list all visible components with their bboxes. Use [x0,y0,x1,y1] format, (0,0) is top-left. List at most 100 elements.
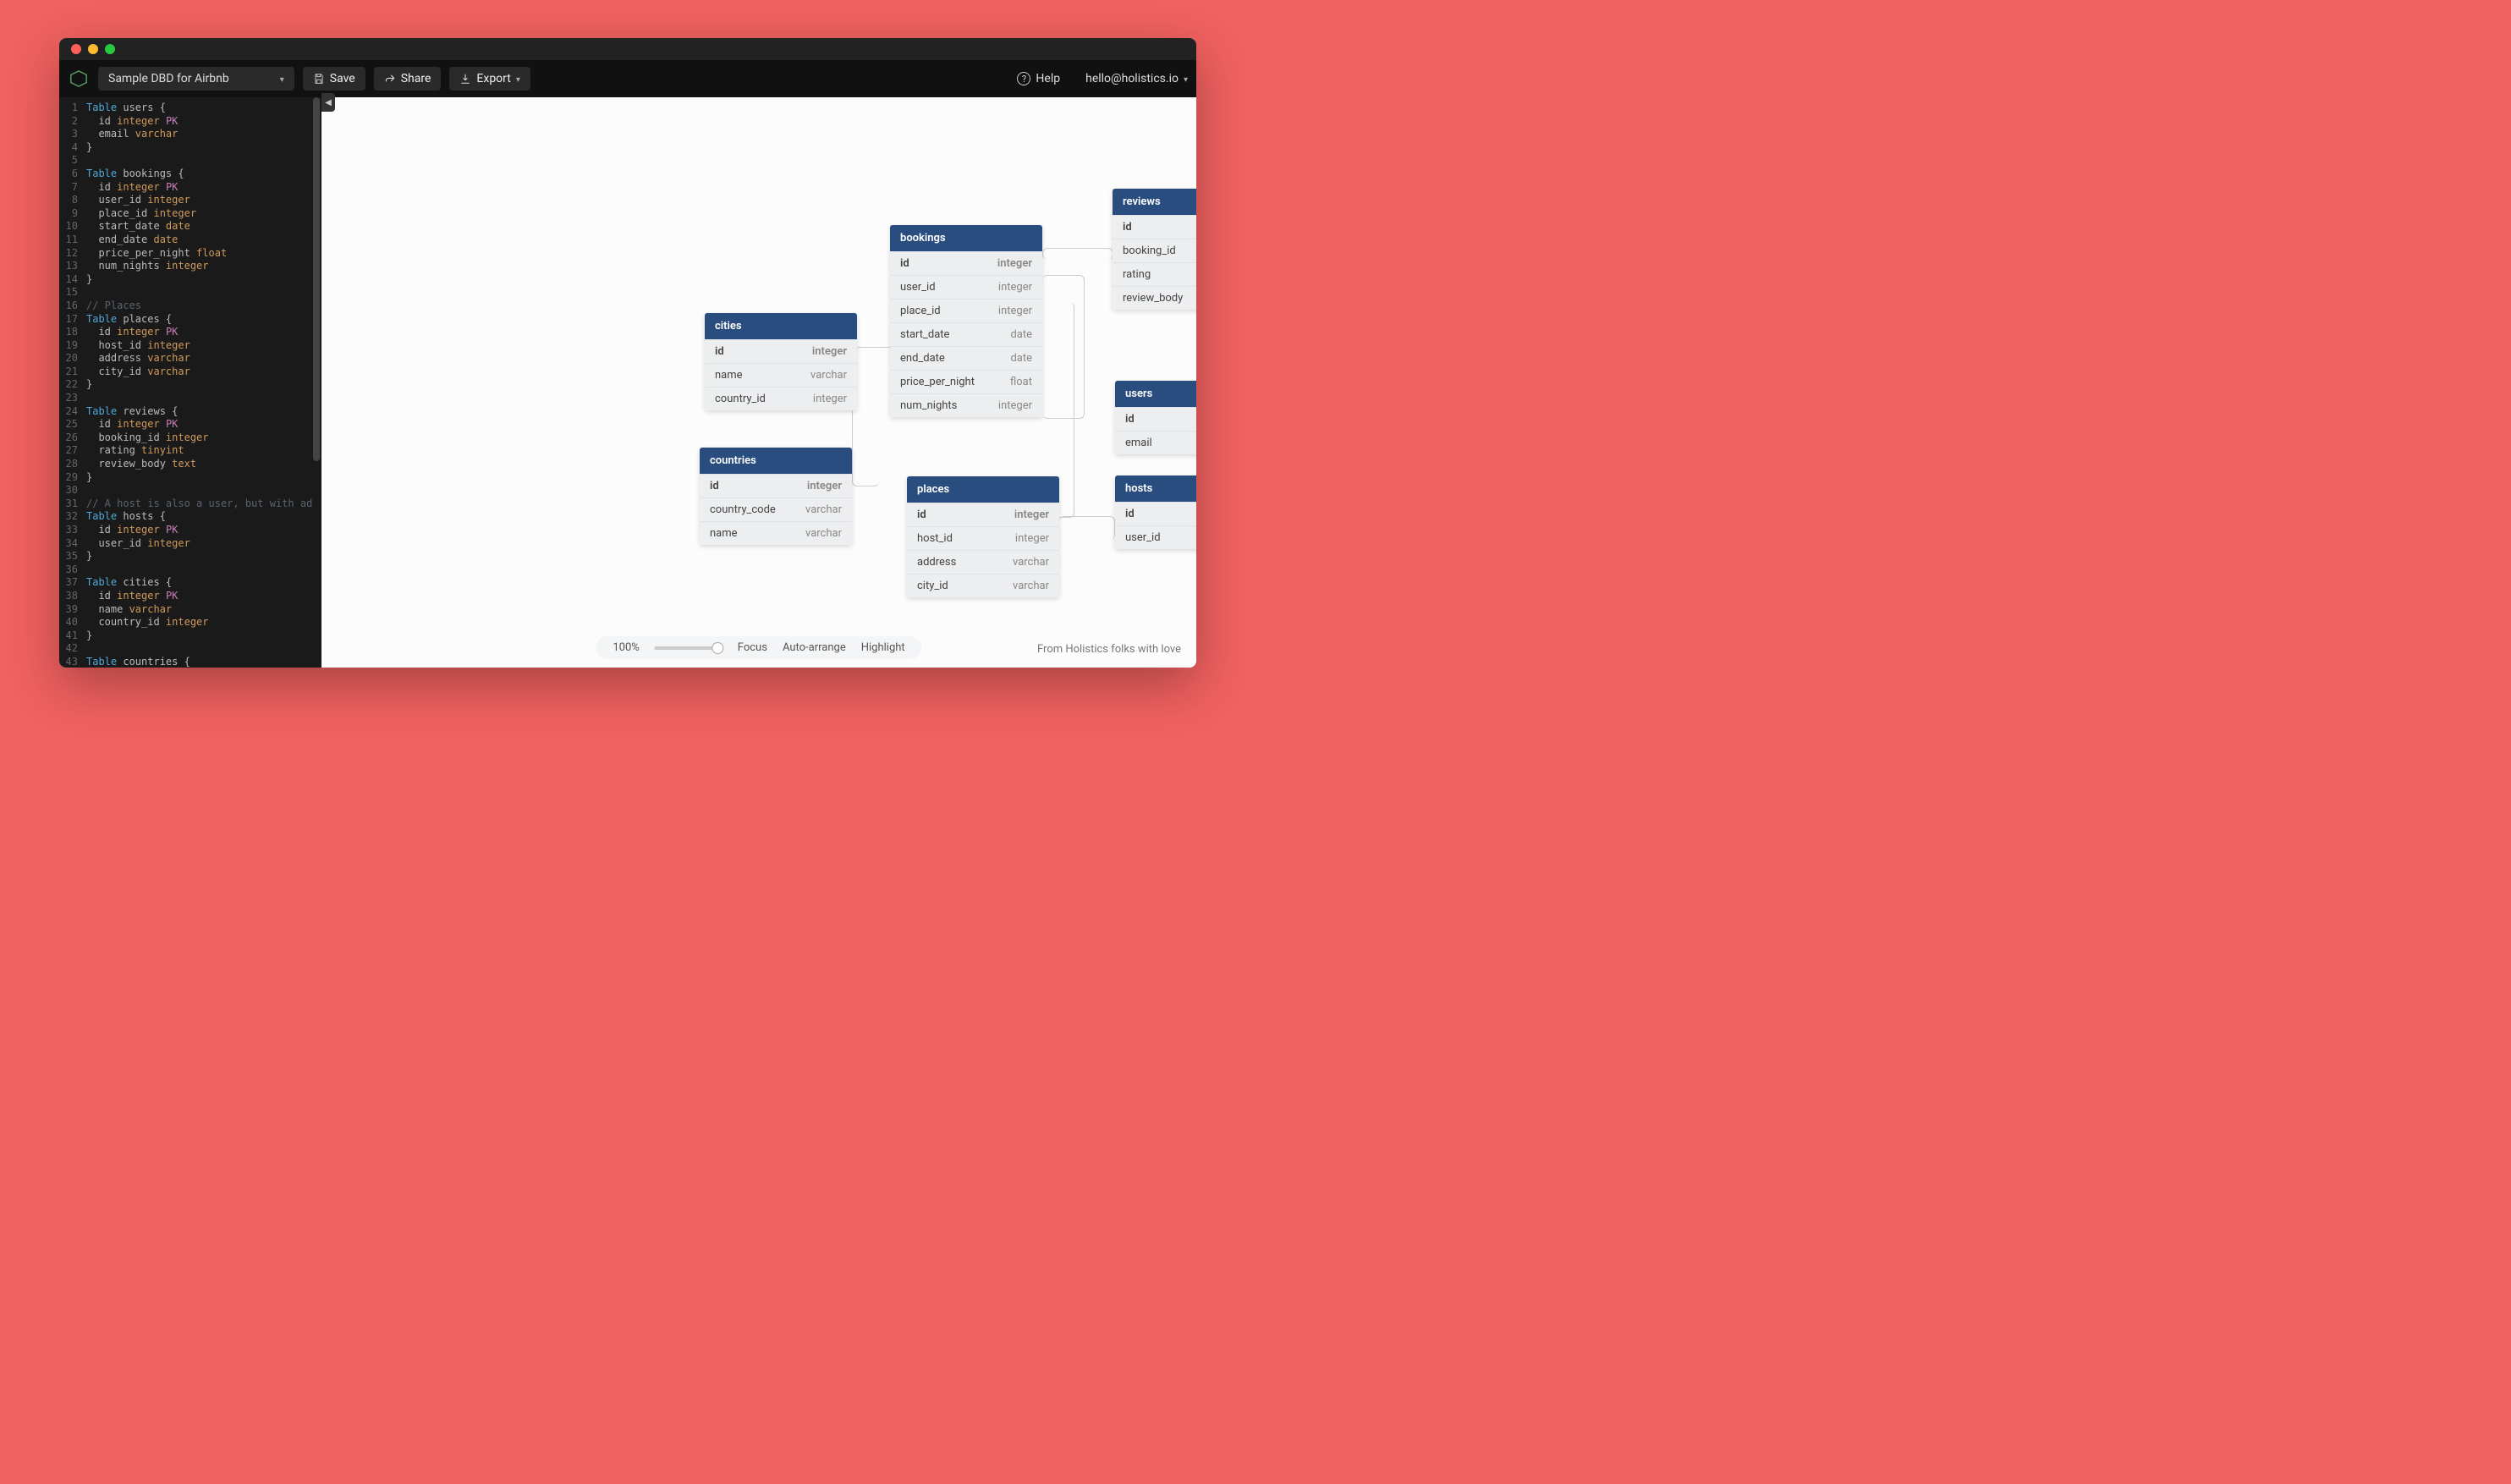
auto-arrange-button[interactable]: Auto-arrange [783,641,846,654]
table-header[interactable]: places [907,476,1059,503]
code-line[interactable]: 11 end_date date [59,234,321,247]
code-line[interactable]: 22} [59,378,321,392]
code-line[interactable]: 39 name varchar [59,603,321,617]
code-line[interactable]: 31// A host is also a user, but with ad [59,497,321,511]
code-line[interactable]: 26 booking_id integer [59,431,321,445]
help-link[interactable]: ? Help [1017,72,1060,85]
code-line[interactable]: 37Table cities { [59,576,321,590]
code-line[interactable]: 4} [59,141,321,155]
code-line[interactable]: 21 city_id varchar [59,366,321,379]
table-column[interactable]: place_idinteger [890,299,1042,322]
table-bookings[interactable]: bookingsidintegeruser_idintegerplace_idi… [890,225,1042,417]
table-cities[interactable]: citiesidintegernamevarcharcountry_idinte… [705,313,857,410]
table-countries[interactable]: countriesidintegercountry_codevarcharnam… [700,448,852,545]
table-column[interactable]: host_idinteger [907,526,1059,550]
table-column[interactable]: end_datedate [890,346,1042,370]
table-column[interactable]: country_idinteger [705,387,857,410]
table-column[interactable]: idinteger [1113,215,1196,239]
table-header[interactable]: hosts [1115,475,1196,502]
code-line[interactable]: 38 id integer PK [59,590,321,603]
table-column[interactable]: idinteger [907,503,1059,526]
code-line[interactable]: 15 [59,286,321,300]
code-line[interactable]: 13 num_nights integer [59,260,321,273]
code-line[interactable]: 43Table countries { [59,656,321,668]
table-header[interactable]: countries [700,448,852,474]
table-column[interactable]: namevarchar [705,363,857,387]
code-line[interactable]: 17Table places { [59,313,321,327]
code-line[interactable]: 16// Places [59,300,321,313]
table-users[interactable]: usersidintegeremailvarchar [1115,381,1196,454]
table-header[interactable]: reviews [1113,189,1196,215]
code-line[interactable]: 29} [59,471,321,485]
code-line[interactable]: 10 start_date date [59,220,321,234]
table-column[interactable]: idinteger [1115,502,1196,525]
table-column[interactable]: user_idinteger [890,275,1042,299]
save-button[interactable]: Save [303,67,365,91]
table-column[interactable]: addressvarchar [907,550,1059,574]
code-editor[interactable]: 1Table users {2 id integer PK3 email var… [59,97,321,668]
code-line[interactable]: 30 [59,484,321,497]
table-header[interactable]: cities [705,313,857,339]
table-column[interactable]: namevarchar [700,521,852,545]
highlight-button[interactable]: Highlight [861,641,905,654]
collapse-editor-button[interactable]: ◀ [321,93,335,112]
code-line[interactable]: 1Table users { [59,102,321,115]
code-line[interactable]: 9 place_id integer [59,207,321,221]
table-column[interactable]: emailvarchar [1115,431,1196,454]
share-button[interactable]: Share [374,67,442,91]
close-window-button[interactable] [71,44,81,54]
table-places[interactable]: placesidintegerhost_idintegeraddressvarc… [907,476,1059,597]
table-column[interactable]: idinteger [890,251,1042,275]
document-title-dropdown[interactable]: Sample DBD for Airbnb [98,67,294,91]
code-line[interactable]: 2 id integer PK [59,115,321,129]
code-line[interactable]: 12 price_per_night float [59,247,321,261]
code-line[interactable]: 32Table hosts { [59,510,321,524]
table-column[interactable]: ratingtinyint [1113,262,1196,286]
table-column[interactable]: booking_idinteger [1113,239,1196,262]
table-column[interactable]: country_codevarchar [700,497,852,521]
diagram-canvas[interactable]: 100% Focus Auto-arrange Highlight From H… [321,97,1196,668]
code-line[interactable]: 42 [59,642,321,656]
minimize-window-button[interactable] [88,44,98,54]
table-reviews[interactable]: reviewsidintegerbooking_idintegerratingt… [1113,189,1196,310]
table-header[interactable]: users [1115,381,1196,407]
scrollbar-thumb[interactable] [313,97,320,461]
table-column[interactable]: idinteger [705,339,857,363]
code-line[interactable]: 3 email varchar [59,128,321,141]
table-header[interactable]: bookings [890,225,1042,251]
zoom-slider[interactable] [655,646,723,650]
focus-button[interactable]: Focus [738,641,767,654]
code-line[interactable]: 5 [59,154,321,168]
table-column[interactable]: start_datedate [890,322,1042,346]
code-line[interactable]: 27 rating tinyint [59,444,321,458]
code-line[interactable]: 6Table bookings { [59,168,321,181]
export-button[interactable]: Export [449,67,530,91]
table-column[interactable]: user_idinteger [1115,525,1196,549]
table-column[interactable]: price_per_nightfloat [890,370,1042,393]
code-line[interactable]: 40 country_id integer [59,616,321,629]
table-column[interactable]: idinteger [1115,407,1196,431]
user-menu[interactable]: hello@holistics.io [1085,72,1188,85]
code-line[interactable]: 35} [59,550,321,563]
code-line[interactable]: 20 address varchar [59,352,321,366]
table-column[interactable]: idinteger [700,474,852,497]
zoom-slider-handle[interactable] [712,642,724,654]
code-line[interactable]: 23 [59,392,321,405]
code-line[interactable]: 36 [59,563,321,577]
code-line[interactable]: 28 review_body text [59,458,321,471]
code-line[interactable]: 24Table reviews { [59,405,321,419]
maximize-window-button[interactable] [105,44,115,54]
code-line[interactable]: 8 user_id integer [59,194,321,207]
code-line[interactable]: 41} [59,629,321,643]
code-line[interactable]: 34 user_id integer [59,537,321,551]
code-line[interactable]: 14} [59,273,321,287]
code-line[interactable]: 18 id integer PK [59,326,321,339]
table-column[interactable]: num_nightsinteger [890,393,1042,417]
editor-scrollbar[interactable] [313,97,320,668]
table-column[interactable]: review_bodytext [1113,286,1196,310]
code-line[interactable]: 7 id integer PK [59,181,321,195]
table-column[interactable]: city_idvarchar [907,574,1059,597]
code-line[interactable]: 19 host_id integer [59,339,321,353]
code-line[interactable]: 25 id integer PK [59,418,321,431]
table-hosts[interactable]: hostsidintegeruser_idinteger [1115,475,1196,549]
